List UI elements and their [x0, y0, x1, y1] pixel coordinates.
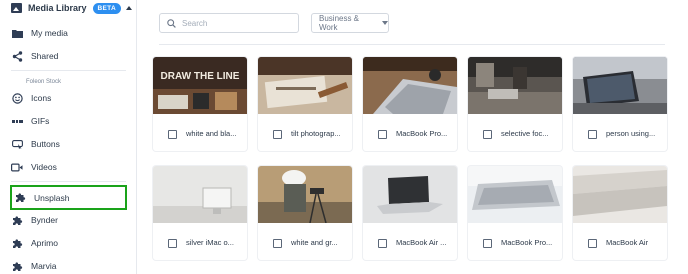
- sidebar-item-bynder[interactable]: Bynder: [11, 212, 58, 228]
- sidebar-divider: [11, 181, 126, 182]
- media-card[interactable]: MacBook Pro...: [468, 166, 562, 260]
- media-card-label: MacBook Pro...: [396, 129, 448, 138]
- select-checkbox[interactable]: [588, 130, 597, 139]
- select-checkbox[interactable]: [168, 239, 177, 248]
- media-thumbnail[interactable]: [468, 166, 562, 223]
- sidebar-item-label: Aprimo: [31, 238, 58, 248]
- media-card[interactable]: MacBook Air: [573, 166, 667, 260]
- select-checkbox[interactable]: [588, 239, 597, 248]
- folder-icon: [11, 27, 23, 39]
- puzzle-icon: [11, 237, 23, 249]
- section-caption-foleon-stock: Foleon Stock: [26, 79, 62, 85]
- sidebar-item-label: Marvia: [31, 261, 57, 271]
- chevron-down-icon: [382, 21, 388, 25]
- chevron-up-icon[interactable]: [125, 6, 132, 10]
- toolbar-divider: [159, 44, 665, 45]
- media-thumbnail[interactable]: DRAW THE LINE: [153, 57, 247, 114]
- sidebar-item-label: Videos: [31, 162, 57, 172]
- sidebar-item-icons[interactable]: Icons: [11, 90, 51, 106]
- media-card-label: MacBook Air: [606, 238, 649, 247]
- media-card[interactable]: silver iMac o...: [153, 166, 247, 260]
- sidebar-item-unsplash[interactable]: Unsplash: [10, 185, 127, 210]
- media-card[interactable]: white and gr...: [258, 166, 352, 260]
- select-checkbox[interactable]: [483, 130, 492, 139]
- media-card-label: tilt photograp...: [291, 129, 341, 138]
- select-checkbox[interactable]: [378, 239, 387, 248]
- search-input[interactable]: Search: [159, 13, 299, 33]
- media-card-label: silver iMac o...: [186, 238, 234, 247]
- media-card[interactable]: MacBook Pro...: [363, 57, 457, 151]
- media-thumbnail[interactable]: [363, 166, 457, 223]
- sidebar-item-aprimo[interactable]: Aprimo: [11, 235, 58, 251]
- sidebar: Media Library BETA My media Shared Foleo…: [0, 0, 137, 274]
- category-dropdown-value: Business & Work: [319, 14, 360, 32]
- media-thumbnail[interactable]: [573, 57, 667, 114]
- media-card[interactable]: selective foc...: [468, 57, 562, 151]
- media-card-label: MacBook Pro...: [501, 238, 553, 247]
- media-library-header[interactable]: Media Library BETA: [0, 0, 137, 16]
- puzzle-icon: [14, 192, 26, 204]
- sidebar-item-buttons[interactable]: Buttons: [11, 136, 60, 152]
- sidebar-item-label: Icons: [31, 93, 52, 103]
- smiley-icon: [11, 92, 23, 104]
- category-dropdown[interactable]: Business & Work: [311, 13, 389, 33]
- media-card-label: person using...: [606, 129, 656, 138]
- media-card[interactable]: MacBook Air ...: [363, 166, 457, 260]
- image-library-icon: [11, 3, 22, 13]
- media-card[interactable]: tilt photograp...: [258, 57, 352, 151]
- media-card[interactable]: DRAW THE LINE white and bla...: [153, 57, 247, 151]
- sidebar-item-shared[interactable]: Shared: [11, 48, 58, 64]
- media-card-label: selective foc...: [501, 129, 549, 138]
- media-thumbnail[interactable]: [468, 57, 562, 114]
- select-checkbox[interactable]: [378, 130, 387, 139]
- thumbnail-caption: DRAW THE LINE: [161, 71, 240, 82]
- select-checkbox[interactable]: [273, 130, 282, 139]
- media-card[interactable]: person using...: [573, 57, 667, 151]
- media-thumbnail[interactable]: [258, 57, 352, 114]
- sidebar-item-gifs[interactable]: GIFs: [11, 113, 49, 129]
- sidebar-divider: [11, 70, 126, 71]
- select-checkbox[interactable]: [168, 130, 177, 139]
- puzzle-icon: [11, 214, 23, 226]
- beta-badge: BETA: [92, 2, 121, 14]
- media-grid-panel: Search Business & Work DRAW THE LINE whi…: [138, 0, 688, 274]
- media-thumbnail[interactable]: [153, 166, 247, 223]
- sidebar-item-videos[interactable]: Videos: [11, 159, 57, 175]
- media-thumbnail[interactable]: [258, 166, 352, 223]
- media-card-label: white and bla...: [186, 129, 237, 138]
- video-icon: [11, 161, 23, 173]
- search-placeholder: Search: [182, 18, 208, 28]
- puzzle-icon: [11, 260, 23, 272]
- sidebar-item-label: Unsplash: [34, 192, 70, 203]
- sidebar-item-label: GIFs: [31, 116, 50, 126]
- media-thumbnail[interactable]: [363, 57, 457, 114]
- select-checkbox[interactable]: [483, 239, 492, 248]
- select-checkbox[interactable]: [273, 239, 282, 248]
- media-thumbnail[interactable]: [573, 166, 667, 223]
- sidebar-item-label: Bynder: [31, 215, 58, 225]
- media-library-title: Media Library: [28, 3, 87, 13]
- sidebar-item-marvia[interactable]: Marvia: [11, 258, 57, 274]
- media-card-label: MacBook Air ...: [396, 238, 447, 247]
- sidebar-item-label: My media: [31, 28, 68, 38]
- sidebar-item-my-media[interactable]: My media: [11, 25, 68, 41]
- share-icon: [11, 50, 23, 62]
- media-card-label: white and gr...: [291, 238, 338, 247]
- search-icon: [167, 18, 176, 28]
- button-icon: [11, 138, 23, 150]
- sidebar-item-label: Shared: [31, 51, 59, 61]
- gif-icon: [11, 115, 23, 127]
- sidebar-item-label: Buttons: [31, 139, 60, 149]
